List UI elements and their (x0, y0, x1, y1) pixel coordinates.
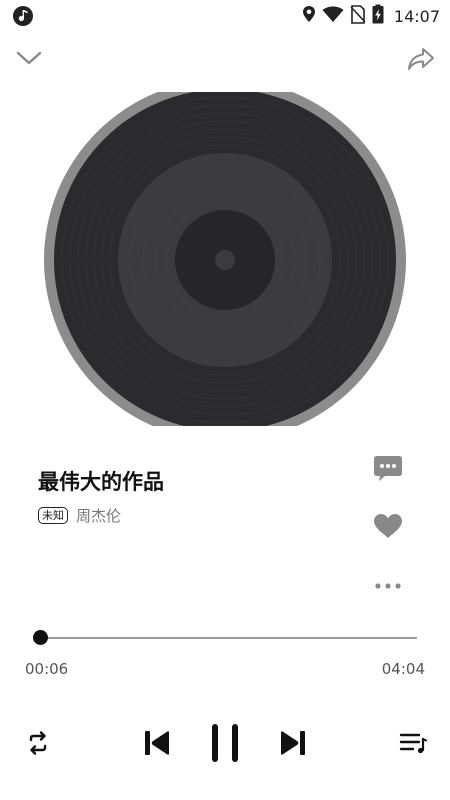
like-button[interactable] (371, 511, 405, 545)
song-title: 最伟大的作品 (38, 470, 164, 494)
disc-spindle (215, 250, 235, 270)
quality-badge: 未知 (38, 507, 68, 524)
more-icon (374, 575, 402, 594)
share-icon (407, 46, 435, 76)
total-time: 04:04 (381, 660, 425, 678)
location-icon (302, 5, 316, 27)
status-bar-right: 14:07 (302, 4, 440, 28)
artist-name[interactable]: 周杰伦 (76, 505, 121, 526)
pause-icon (208, 722, 242, 768)
more-button[interactable] (371, 567, 405, 601)
next-button[interactable] (275, 727, 311, 763)
repeat-button[interactable] (22, 729, 54, 761)
music-app-icon (12, 5, 34, 27)
collapse-button[interactable] (14, 46, 44, 74)
status-bar: 14:07 (0, 0, 450, 32)
progress-bar[interactable] (32, 630, 417, 645)
playlist-icon (399, 731, 427, 759)
playlist-button[interactable] (396, 729, 430, 761)
comment-icon (373, 453, 403, 487)
next-icon (278, 729, 308, 761)
progress-thumb[interactable] (32, 630, 48, 645)
repeat-icon (25, 730, 51, 760)
wifi-icon (322, 6, 344, 27)
heart-icon (373, 513, 403, 543)
share-button[interactable] (406, 46, 436, 76)
no-sim-icon (350, 4, 366, 28)
pause-button[interactable] (204, 722, 246, 768)
chevron-down-icon (16, 50, 42, 70)
previous-icon (142, 729, 172, 761)
battery-charging-icon (372, 4, 384, 28)
artist-row: 未知 周杰伦 (38, 505, 121, 526)
comment-button[interactable] (371, 453, 405, 487)
current-time: 00:06 (25, 660, 69, 678)
previous-button[interactable] (139, 727, 175, 763)
status-time: 14:07 (393, 6, 440, 26)
album-disc[interactable] (0, 92, 450, 426)
music-player-screen: 14:07 最伟大的作品 未知 周杰伦 00:06 04:04 (0, 0, 450, 800)
